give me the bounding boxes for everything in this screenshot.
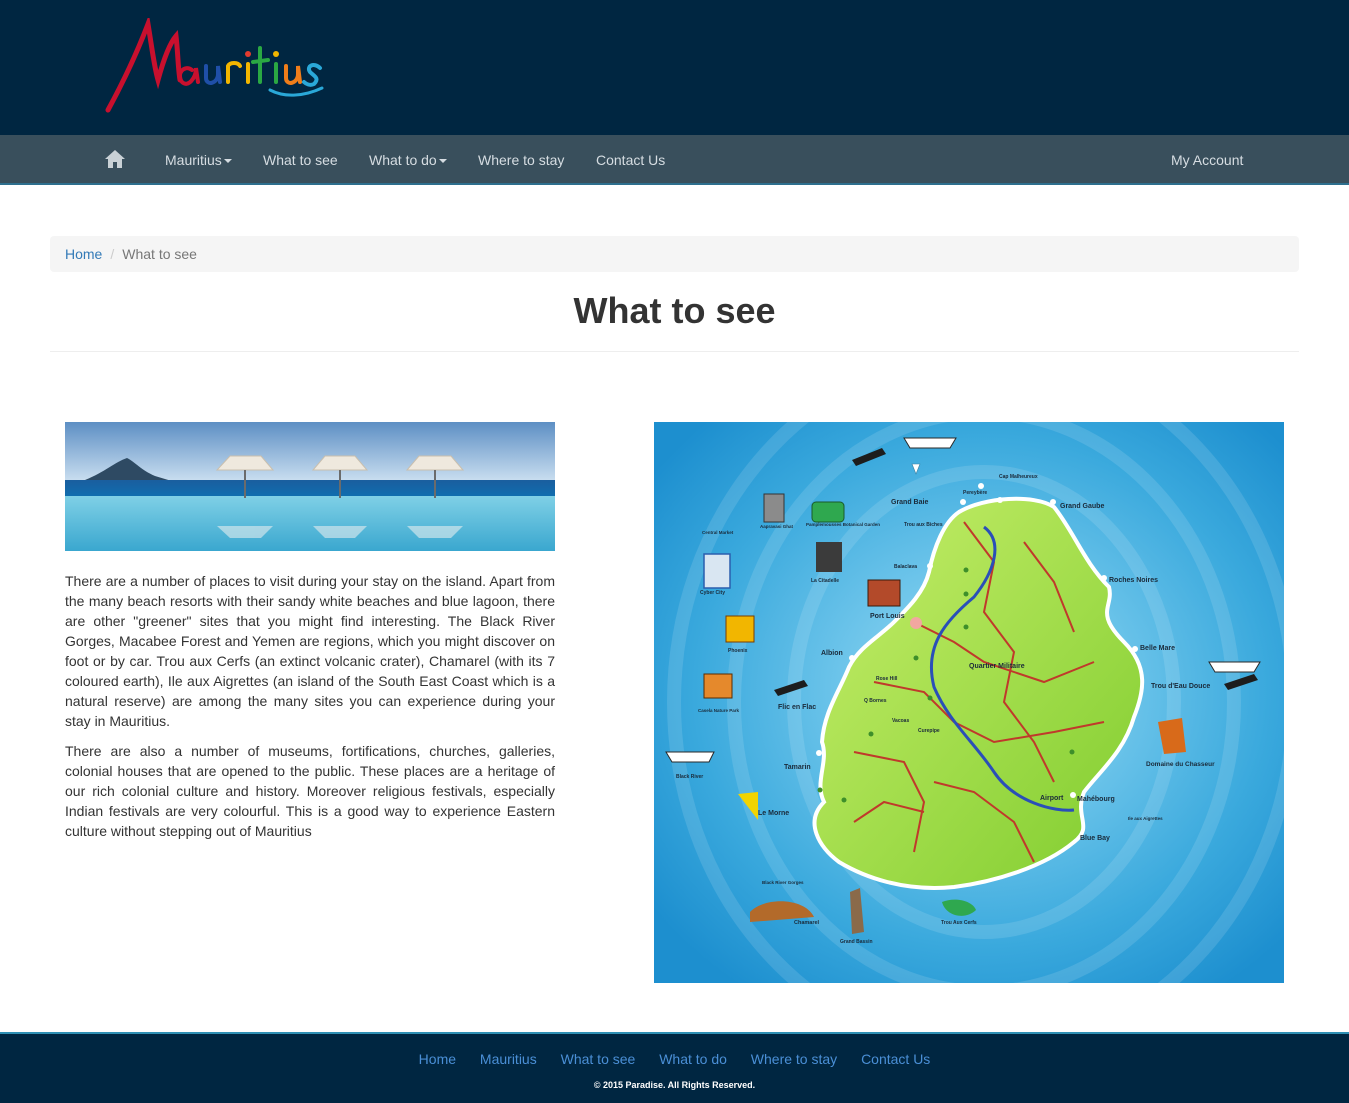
- intro-paragraph-1: There are a number of places to visit du…: [65, 573, 555, 729]
- map-label-mahebourg: Mahébourg: [1077, 796, 1115, 803]
- map-label-chamarel: Chamarel: [794, 920, 820, 926]
- nav-what-to-see-label: What to see: [263, 152, 338, 168]
- nav-mauritius-label: Mauritius: [165, 152, 222, 168]
- map-label-domaine-du-chasseur: Domaine du Chasseur: [1146, 761, 1215, 768]
- footer-links: Home Mauritius What to see What to do Wh…: [0, 1051, 1349, 1067]
- map-label-balaclava: Balaclava: [894, 564, 917, 570]
- breadcrumb-current: What to see: [122, 246, 197, 262]
- map-label-aapravasi-ghat: Aapravasi Ghat: [760, 524, 794, 529]
- footer-link-mauritius[interactable]: Mauritius: [480, 1051, 537, 1067]
- nav-what-to-do[interactable]: What to do: [369, 135, 447, 185]
- top-banner: [0, 0, 1349, 135]
- breadcrumb-home-link[interactable]: Home: [65, 246, 102, 262]
- map-label-central-market: Central Market: [702, 530, 734, 535]
- home-icon: [105, 150, 125, 168]
- chevron-down-icon: [438, 159, 447, 164]
- map-label-pamplemousses: Pamplemousses Botanical Garden: [806, 522, 880, 527]
- map-label-flic-en-flac: Flic en Flac: [778, 704, 816, 711]
- map-label-black-river-gorges: Black River Gorges: [762, 880, 804, 885]
- footer-link-where-to-stay[interactable]: Where to stay: [751, 1051, 837, 1067]
- map-label-trou-aux-cerfs: Trou Aux Cerfs: [941, 920, 977, 926]
- beach-umbrellas-photo: [65, 422, 555, 551]
- map-label-casela: Casela Nature Park: [698, 708, 740, 713]
- map-label-black-river: Black River: [676, 774, 703, 780]
- nav-contact-us-label: Contact Us: [596, 152, 666, 168]
- nav-where-to-stay[interactable]: Where to stay: [478, 135, 564, 185]
- copyright: © 2015 Paradise. All Rights Reserved.: [593, 1080, 756, 1090]
- map-label-roches-noires: Roches Noires: [1109, 577, 1158, 584]
- footer-link-what-to-see[interactable]: What to see: [561, 1051, 636, 1067]
- footer-link-what-to-do[interactable]: What to do: [659, 1051, 727, 1067]
- map-label-port-louis: Port Louis: [870, 613, 905, 620]
- map-label-ile-aux-aigrettes: Ile aux Aigrettes: [1128, 816, 1163, 821]
- map-label-rose-hill: Rose Hill: [876, 676, 898, 682]
- map-label-q-bornes: Q Bornes: [864, 698, 887, 704]
- intro-paragraph-2: There are also a number of museums, fort…: [65, 743, 555, 839]
- map-label-curepipe: Curepipe: [918, 728, 940, 734]
- map-label-pereybere: Pereybère: [963, 490, 987, 496]
- nav-my-account[interactable]: My Account: [1171, 135, 1243, 185]
- map-label-la-citadelle: La Citadelle: [811, 578, 839, 584]
- breadcrumb: Home / What to see: [50, 236, 1299, 272]
- map-label-grand-bassin: Grand Bassin: [840, 939, 873, 945]
- map-label-quartier-militaire: Quartier Militaire: [969, 663, 1025, 670]
- mauritius-map: Cap Malheureux Pereybère Grand Baie Gran…: [654, 422, 1284, 983]
- map-label-belle-mare: Belle Mare: [1140, 645, 1175, 652]
- nav-mauritius[interactable]: Mauritius: [165, 135, 232, 185]
- map-label-cyber-city: Cyber City: [700, 590, 725, 596]
- map-label-airport: Airport: [1040, 795, 1064, 802]
- page-title: What to see: [573, 290, 776, 331]
- nav-contact-us[interactable]: Contact Us: [596, 135, 665, 185]
- nav-my-account-label: My Account: [1171, 152, 1244, 168]
- map-label-cap-malheureux: Cap Malheureux: [999, 474, 1038, 480]
- nav-home[interactable]: [104, 149, 126, 169]
- nav-what-to-do-label: What to do: [369, 152, 437, 168]
- map-label-trou-aux-biches: Trou aux Biches: [904, 522, 943, 528]
- nav-what-to-see[interactable]: What to see: [263, 135, 338, 185]
- map-label-blue-bay: Blue Bay: [1080, 835, 1110, 842]
- footer-link-contact-us[interactable]: Contact Us: [861, 1051, 930, 1067]
- footer-link-home[interactable]: Home: [419, 1051, 456, 1067]
- footer: Home Mauritius What to see What to do Wh…: [0, 1032, 1349, 1103]
- nav-where-to-stay-label: Where to stay: [478, 152, 565, 168]
- chevron-down-icon: [223, 159, 232, 164]
- intro-text: There are a number of places to visit du…: [65, 571, 555, 851]
- breadcrumb-separator: /: [110, 246, 115, 262]
- map-label-le-morne: Le Morne: [758, 810, 789, 817]
- title-divider: [50, 351, 1299, 352]
- main-navbar: Mauritius What to see What to do Where t…: [0, 135, 1349, 185]
- map-label-tamarin: Tamarin: [784, 764, 811, 771]
- mauritius-logo[interactable]: [100, 18, 325, 118]
- map-label-grand-gaube: Grand Gaube: [1060, 503, 1104, 510]
- map-label-vacoas: Vacoas: [892, 718, 909, 724]
- map-label-albion: Albion: [821, 650, 843, 657]
- map-label-phoenix: Phoenix: [728, 648, 748, 654]
- map-label-trou-deau-douce: Trou d'Eau Douce: [1151, 683, 1210, 690]
- map-label-grand-baie: Grand Baie: [891, 499, 928, 506]
